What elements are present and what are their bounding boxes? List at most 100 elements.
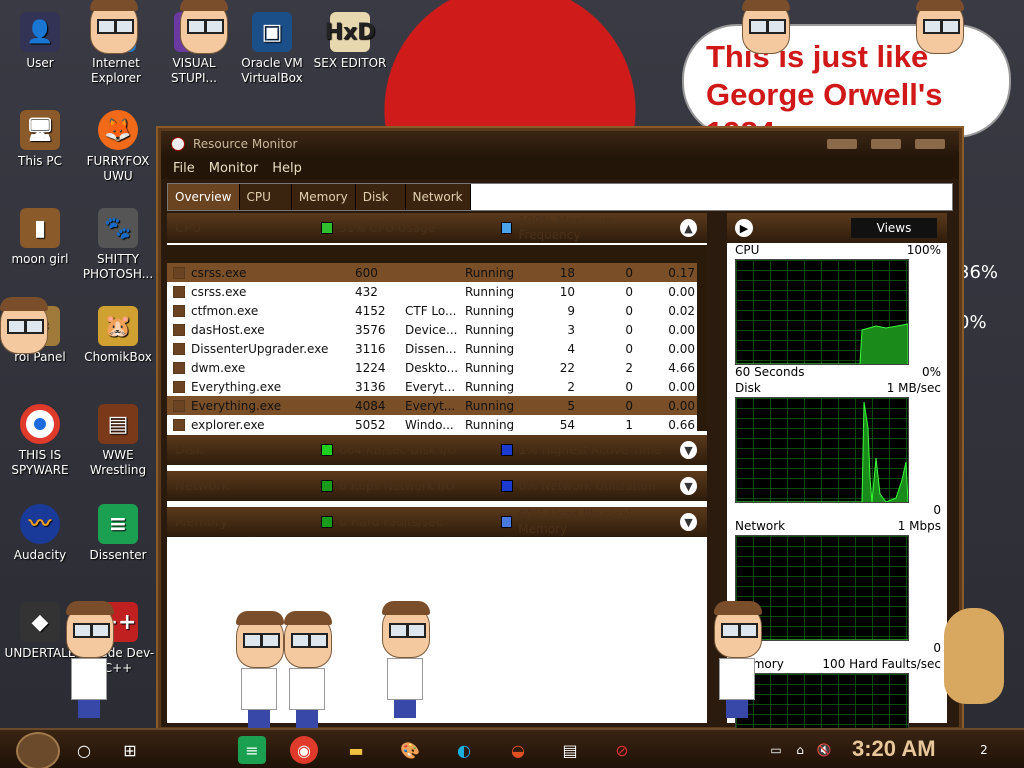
maximize-button[interactable] (871, 139, 901, 149)
graph-cpu (735, 259, 909, 365)
table-header[interactable] (167, 245, 697, 263)
row-checkbox[interactable] (173, 361, 185, 374)
cell-threads: 9 (567, 303, 575, 318)
cell-avg: 0.00 (668, 322, 695, 337)
collapse-cpu-icon[interactable]: ▲ (680, 219, 697, 237)
expand-disk-icon[interactable]: ▼ (680, 441, 697, 459)
desktop-icon-this-pc[interactable]: 🖥 This PC (2, 110, 78, 169)
tab-disk[interactable]: Disk (355, 184, 406, 210)
paint-icon[interactable]: 🎨 (396, 736, 424, 764)
file-explorer-icon[interactable]: ▬ (342, 736, 370, 764)
media-player-icon[interactable]: ◒ (504, 736, 532, 764)
tab-memory[interactable]: Memory (291, 184, 356, 210)
menu-help[interactable]: Help (272, 161, 302, 176)
graph-max: 1 Mbps (897, 519, 941, 533)
table-row[interactable]: Everything.exe 3136 Everyt... Running 2 0 0.00 (167, 377, 697, 396)
cell-threads: 18 (559, 265, 575, 280)
cell-status: Running (465, 417, 515, 432)
desktop-icon-chomikbox[interactable]: 🐹 ChomikBox (80, 306, 156, 365)
network-section-header[interactable]: Network 0 Kbps Network I/O 0% Network Ut… (167, 471, 707, 501)
row-checkbox[interactable] (173, 380, 185, 393)
table-row[interactable]: csrss.exe 432 Running 10 0 0.00 (167, 282, 697, 301)
chrome-taskbar-icon[interactable]: ◉ (290, 736, 318, 764)
dissenter-taskbar-icon[interactable]: ≡ (238, 736, 266, 764)
cell-avg: 0.00 (668, 379, 695, 394)
cell-pid: 5052 (355, 417, 386, 432)
clock[interactable]: 3:20 AM (852, 736, 936, 762)
desktop-icon-hex-editor[interactable]: HxD SEX EDITOR (312, 12, 388, 71)
desktop-icon-virtualbox[interactable]: ▣ Oracle VM VirtualBox (234, 12, 310, 86)
tab-overview[interactable]: Overview (168, 184, 240, 210)
start-button[interactable] (16, 732, 60, 768)
volume-muted-icon[interactable]: 🔇 (810, 736, 838, 764)
graph-footer: 60 Seconds 0% (727, 365, 947, 381)
task-manager-icon[interactable]: ▤ (556, 736, 584, 764)
cell-threads: 2 (567, 379, 575, 394)
table-row[interactable]: dwm.exe 1224 Deskto... Running 22 2 4.66 (167, 358, 697, 377)
desktop-icon-user[interactable]: 👤 User (2, 12, 78, 71)
row-checkbox[interactable] (173, 399, 185, 412)
hamster-sticker (944, 608, 1004, 704)
cell-desc: Dissen... (405, 341, 457, 356)
title-bar[interactable]: Resource Monitor (161, 131, 959, 157)
cell-image: dwm.exe (191, 360, 246, 375)
cpu-section-header[interactable]: CPU 31% CPU Usage 100% Maximum Frequency… (167, 213, 707, 243)
row-checkbox[interactable] (173, 418, 185, 431)
vertical-scrollbar[interactable] (697, 245, 707, 431)
table-row[interactable]: explorer.exe 5052 Windo... Running 54 1 0.66 (167, 415, 697, 431)
row-checkbox[interactable] (173, 323, 185, 336)
cell-avg: 0.00 (668, 284, 695, 299)
hide-graphs-icon[interactable]: ▶ (735, 219, 753, 237)
cell-desc: Everyt... (405, 398, 456, 413)
memory-section-header[interactable]: Memory 0 Hard Faults/sec 60% Used Physic… (167, 507, 707, 537)
menu-file[interactable]: File (173, 161, 195, 176)
row-checkbox[interactable] (173, 342, 185, 355)
edge-icon[interactable]: ◐ (450, 736, 478, 764)
graph-title-row: CPU 100% (727, 243, 947, 259)
tab-network[interactable]: Network (405, 184, 471, 210)
cell-cpu: 0 (625, 398, 633, 413)
cell-image: dasHost.exe (191, 322, 265, 337)
table-row[interactable]: Everything.exe 4084 Everyt... Running 5 0 0.00 (167, 396, 697, 415)
notifications-icon[interactable]: 2 (970, 736, 998, 764)
cell-avg: 0.17 (668, 265, 695, 280)
cell-status: Running (465, 398, 515, 413)
cell-status: Running (465, 265, 515, 280)
task-view-icon[interactable]: ⊞ (116, 736, 144, 764)
hank-sticker (714, 601, 762, 718)
expand-network-icon[interactable]: ▼ (680, 477, 697, 495)
row-checkbox[interactable] (173, 304, 185, 317)
views-dropdown[interactable]: Views (851, 218, 937, 238)
tab-bar: Overview CPU Memory Disk Network (167, 183, 953, 211)
graph-line (736, 401, 908, 502)
menu-monitor[interactable]: Monitor (209, 161, 258, 176)
minimize-button[interactable] (827, 139, 857, 149)
desktop-icon-wwe-wrestling[interactable]: ▤ WWE Wrestling (80, 404, 156, 478)
resource-monitor-taskbar-icon[interactable]: ⊘ (608, 736, 636, 764)
table-row[interactable]: csrss.exe 600 Running 18 0 0.17 (167, 263, 697, 282)
desktop-icon-dissenter[interactable]: ≡ Dissenter (80, 504, 156, 563)
cell-status: Running (465, 341, 515, 356)
table-row[interactable]: ctfmon.exe 4152 CTF Lo... Running 9 0 0.02 (167, 301, 697, 320)
disk-io-swatch (321, 444, 334, 456)
desktop-icon-audacity[interactable]: 〰 Audacity (2, 504, 78, 563)
close-button[interactable] (915, 139, 945, 149)
row-checkbox[interactable] (173, 266, 185, 279)
disk-section-header[interactable]: Disk 664 KB/sec Disk I/O 1% Highest Acti… (167, 435, 707, 465)
expand-memory-icon[interactable]: ▼ (680, 513, 697, 531)
desktop-icon-firefox[interactable]: 🦊 FURRYFOX UWU (80, 110, 156, 184)
desktop-icon-moon-girl[interactable]: ▮ moon girl (2, 208, 78, 267)
tab-cpu[interactable]: CPU (239, 184, 292, 210)
table-row[interactable]: dasHost.exe 3576 Device... Running 3 0 0.00 (167, 320, 697, 339)
table-row[interactable]: DissenterUpgrader.exe 3116 Dissen... Runnin… (167, 339, 697, 358)
audacity-icon: 〰 (20, 504, 60, 544)
cell-desc: Deskto... (405, 360, 459, 375)
row-checkbox[interactable] (173, 285, 185, 298)
cell-image: Everything.exe (191, 398, 282, 413)
cortana-icon[interactable]: ○ (70, 736, 98, 764)
network-util-swatch (500, 480, 513, 492)
graph-title-row: Memory 100 Hard Faults/sec (727, 657, 947, 673)
desktop-icon-gimp[interactable]: 🐾 SHITTY PHOTOSH... (80, 208, 156, 282)
cell-avg: 0.00 (668, 341, 695, 356)
desktop-icon-chrome[interactable]: THIS IS SPYWARE (2, 404, 78, 478)
